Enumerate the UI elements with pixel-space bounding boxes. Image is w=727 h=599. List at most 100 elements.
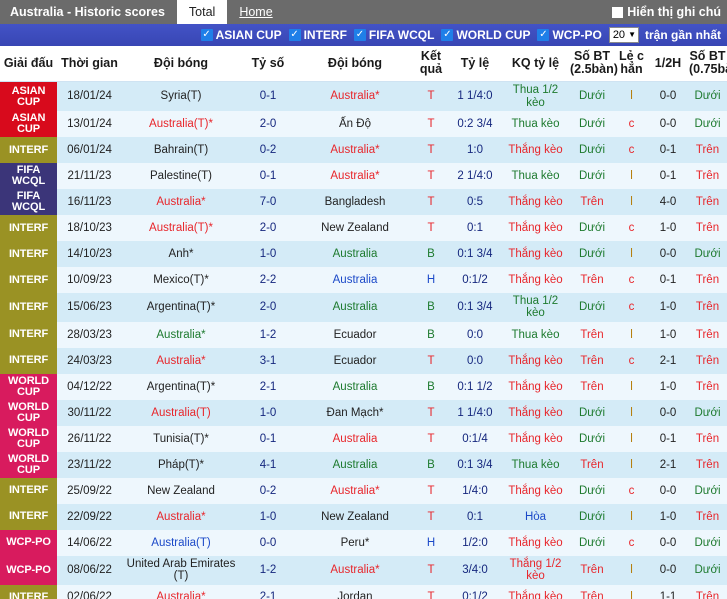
handicap-result: Thắng kèo (502, 137, 569, 164)
table-row[interactable]: ASIAN CUP 13/01/24 Australia(T)* 2-0 Ấn Độ T 0… (0, 111, 727, 138)
col-away-team[interactable]: Đội bóng (296, 46, 414, 83)
league-badge-label: WORLD CUP (0, 373, 57, 400)
match-score: 0-0 (240, 529, 296, 556)
odd-even: l (615, 373, 648, 400)
table-row[interactable]: WORLD CUP 04/12/22 Argentina(T)* 2-1 Austral… (0, 373, 727, 400)
league-badge[interactable]: INTERF (0, 347, 57, 374)
over-under-25: Dưới (569, 503, 615, 530)
table-row[interactable]: WORLD CUP 26/11/22 Tunisia(T)* 0-1 Australia… (0, 425, 727, 452)
check-icon[interactable]: ✓ (441, 29, 454, 41)
odd-even: c (615, 215, 648, 242)
table-row[interactable]: FIFA WCQL 16/11/23 Australia* 7-0 Bangladesh… (0, 189, 727, 216)
match-score: 1-2 (240, 321, 296, 348)
match-result: T (414, 163, 448, 190)
table-row[interactable]: INTERF 24/03/23 Australia* 3-1 Ecuador T 0:0 Th… (0, 347, 727, 374)
match-result: T (414, 347, 448, 374)
match-score: 0-2 (240, 477, 296, 504)
tab-home[interactable]: Home (227, 0, 284, 24)
table-row[interactable]: WORLD CUP 23/11/22 Pháp(T)* 4-1 Australia B 0:… (0, 451, 727, 478)
handicap-line: 0:5 (448, 189, 502, 216)
league-badge[interactable]: WORLD CUP (0, 425, 57, 452)
table-row[interactable]: FIFA WCQL 21/11/23 Palestine(T) 0-1 Australi… (0, 163, 727, 190)
table-row[interactable]: INTERF 18/10/23 Australia(T)* 2-0 New Zealan… (0, 215, 727, 242)
table-row[interactable]: INTERF 02/06/22 Australia* 2-1 Jordan T 0:1/2 T… (0, 584, 727, 599)
handicap-line: 1:0 (448, 137, 502, 164)
halftime-score: 0-1 (648, 137, 688, 164)
check-icon[interactable]: ✓ (288, 29, 301, 41)
league-badge[interactable]: INTERF (0, 477, 57, 504)
tab-total[interactable]: Total (176, 0, 228, 24)
halftime-score: 0-0 (648, 555, 688, 585)
league-filter-interf[interactable]: ✓ INTERF (288, 28, 347, 42)
checkbox-unchecked-icon[interactable] (612, 6, 624, 18)
table-row[interactable]: INTERF 28/03/23 Australia* 1-2 Ecuador B 0:0 Th… (0, 321, 727, 348)
league-badge[interactable]: INTERF (0, 267, 57, 294)
match-result: T (414, 555, 448, 585)
away-team: Peru* (296, 529, 414, 556)
check-icon[interactable]: ✓ (353, 29, 366, 41)
league-badge[interactable]: INTERF (0, 215, 57, 242)
handicap-result: Thắng kèo (502, 477, 569, 504)
match-count-select[interactable]: 20 ▼ (608, 27, 639, 43)
league-badge[interactable]: INTERF (0, 137, 57, 164)
table-row[interactable]: WORLD CUP 30/11/22 Australia(T) 1-0 Đan Mạch… (0, 399, 727, 426)
table-header-row: Giải đấu Thời gian Đội bóng Tỷ số Đội bó… (0, 46, 727, 83)
league-badge[interactable]: INTERF (0, 584, 57, 599)
league-badge[interactable]: INTERF (0, 321, 57, 348)
over-under-075: Trên (688, 189, 727, 216)
league-badge[interactable]: WORLD CUP (0, 399, 57, 426)
league-filter-asian-cup[interactable]: ✓ ASIAN CUP (200, 28, 282, 42)
table-row[interactable]: WCP-PO 14/06/22 Australia(T) 0-0 Peru* H 1/2:0… (0, 529, 727, 556)
col-halftime[interactable]: 1/2H (648, 46, 688, 83)
match-date: 16/11/23 (57, 189, 122, 216)
league-badge-label: ASIAN CUP (0, 83, 57, 110)
table-row[interactable]: INTERF 22/09/22 Australia* 1-0 New Zealand T 0… (0, 503, 727, 530)
league-badge[interactable]: WORLD CUP (0, 373, 57, 400)
league-badge[interactable]: ASIAN CUP (0, 111, 57, 138)
match-score: 1-2 (240, 555, 296, 585)
table-row[interactable]: INTERF 14/10/23 Anh* 1-0 Australia B 0:1 3/4 Th… (0, 241, 727, 268)
odd-even: c (615, 137, 648, 164)
match-result: T (414, 137, 448, 164)
col-handicap[interactable]: Tỷ lệ (448, 46, 502, 83)
check-icon[interactable]: ✓ (200, 29, 213, 41)
handicap-result: Thắng kèo (502, 425, 569, 452)
league-badge[interactable]: WCP-PO (0, 529, 57, 556)
col-ou-075[interactable]: Số BT (0.75bàn) (688, 46, 727, 83)
table-row[interactable]: INTERF 06/01/24 Bahrain(T) 0-2 Australia* T 1:… (0, 137, 727, 164)
col-handicap-result[interactable]: KQ tỷ lệ (502, 46, 569, 83)
table-row[interactable]: WCP-PO 08/06/22 United Arab Emirates (T) 1-… (0, 555, 727, 585)
col-result[interactable]: Kết quả (414, 46, 448, 83)
league-badge[interactable]: FIFA WCQL (0, 189, 57, 216)
league-filter-world-cup[interactable]: ✓ WORLD CUP (441, 28, 530, 42)
table-row[interactable]: INTERF 10/09/23 Mexico(T)* 2-2 Australia H 0:1… (0, 267, 727, 294)
home-team: Palestine(T) (122, 163, 240, 190)
league-badge[interactable]: INTERF (0, 293, 57, 322)
over-under-25: Dưới (569, 529, 615, 556)
league-filter-fifa-wcql[interactable]: ✓ FIFA WCQL (353, 28, 434, 42)
league-badge[interactable]: INTERF (0, 241, 57, 268)
table-row[interactable]: INTERF 25/09/22 New Zealand 0-2 Australia* T 1… (0, 477, 727, 504)
col-time[interactable]: Thời gian (57, 46, 122, 83)
col-league[interactable]: Giải đấu (0, 46, 57, 83)
over-under-25: Trên (569, 373, 615, 400)
chevron-down-icon: ▼ (628, 30, 636, 39)
handicap-result: Thắng kèo (502, 373, 569, 400)
over-under-075: Dưới (688, 111, 727, 138)
table-row[interactable]: INTERF 15/06/23 Argentina(T)* 2-0 Australia B… (0, 293, 727, 322)
league-badge[interactable]: INTERF (0, 503, 57, 530)
col-score[interactable]: Tỷ số (240, 46, 296, 83)
handicap-line: 0:1 3/4 (448, 241, 502, 268)
league-badge[interactable]: WORLD CUP (0, 451, 57, 478)
league-filter-wcp-po[interactable]: ✓ WCP-PO (537, 28, 602, 42)
check-icon[interactable]: ✓ (537, 29, 550, 41)
league-badge[interactable]: FIFA WCQL (0, 163, 57, 190)
col-odd-even[interactable]: Lẻ c hẳn (615, 46, 648, 83)
table-row[interactable]: ASIAN CUP 18/01/24 Syria(T) 0-1 Australia* T 1… (0, 81, 727, 112)
league-badge[interactable]: WCP-PO (0, 555, 57, 585)
col-ou-25[interactable]: Số BT (2.5bàn) (569, 46, 618, 83)
league-badge-label: INTERF (0, 215, 57, 242)
col-home-team[interactable]: Đội bóng (122, 46, 240, 83)
league-badge[interactable]: ASIAN CUP (0, 81, 57, 112)
show-notes-toggle[interactable]: Hiển thị ghi chú (612, 0, 727, 24)
